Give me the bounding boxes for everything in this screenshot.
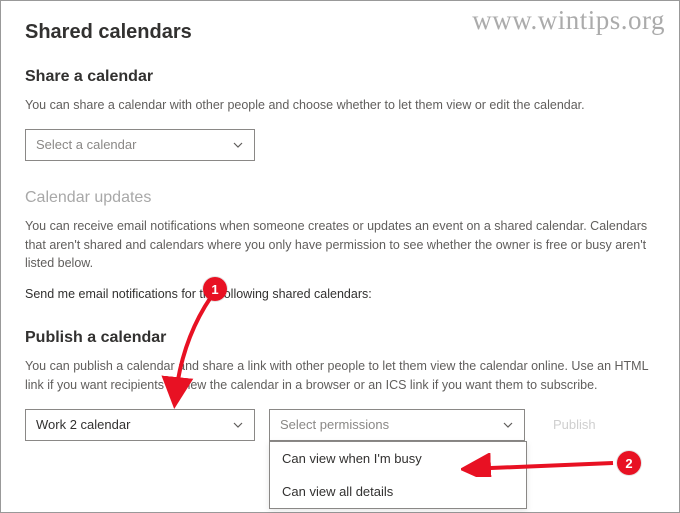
shared-calendars-panel: Shared calendars Share a calendar You ca…: [1, 1, 679, 461]
share-section-desc: You can share a calendar with other peop…: [25, 96, 655, 115]
updates-instruction: Send me email notifications for the foll…: [25, 287, 655, 301]
select-permissions-placeholder: Select permissions: [280, 417, 389, 432]
publish-section-title: Publish a calendar: [25, 329, 655, 347]
share-calendar-section: Share a calendar You can share a calenda…: [25, 68, 655, 161]
updates-section-title: Calendar updates: [25, 189, 655, 207]
share-section-title: Share a calendar: [25, 68, 655, 86]
publish-button[interactable]: Publish: [539, 409, 610, 441]
publish-calendar-dropdown-value: Work 2 calendar: [36, 417, 130, 432]
permissions-options-popup: Can view when I'm busy Can view all deta…: [269, 441, 527, 509]
annotation-badge-1: 1: [203, 277, 227, 301]
option-view-all-details[interactable]: Can view all details: [270, 475, 526, 508]
calendar-updates-section: Calendar updates You can receive email n…: [25, 189, 655, 301]
share-calendar-dropdown-placeholder: Select a calendar: [36, 137, 136, 152]
publish-controls-row: Work 2 calendar Select permissions Can v…: [25, 409, 655, 441]
option-view-busy[interactable]: Can view when I'm busy: [270, 442, 526, 475]
publish-calendar-dropdown[interactable]: Work 2 calendar: [25, 409, 255, 441]
page-title: Shared calendars: [25, 21, 655, 44]
chevron-down-icon: [232, 419, 244, 431]
annotation-badge-2: 2: [617, 451, 641, 475]
chevron-down-icon: [232, 139, 244, 151]
publish-section-desc: You can publish a calendar and share a l…: [25, 357, 655, 395]
chevron-down-icon: [502, 419, 514, 431]
select-permissions-dropdown[interactable]: Select permissions Can view when I'm bus…: [269, 409, 525, 441]
share-calendar-dropdown[interactable]: Select a calendar: [25, 129, 255, 161]
updates-section-desc: You can receive email notifications when…: [25, 217, 655, 273]
publish-calendar-section: Publish a calendar You can publish a cal…: [25, 329, 655, 441]
